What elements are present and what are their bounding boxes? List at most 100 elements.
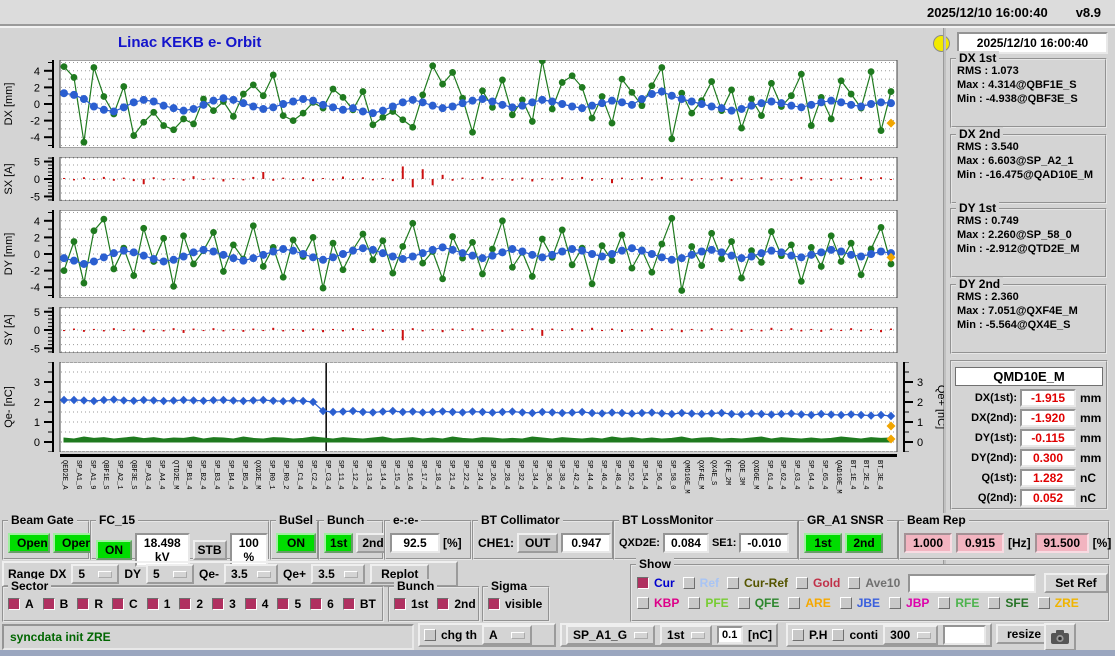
range-qem-dropdown[interactable]: 3.5: [224, 564, 279, 584]
bpm-label: SP_B4_4: [225, 460, 234, 490]
sector-2[interactable]: 2: [179, 597, 203, 611]
count-dropdown[interactable]: 300: [883, 625, 939, 645]
bunch-select-dropdown[interactable]: 1st: [660, 625, 713, 645]
checkbox-indicator-icon: [277, 598, 290, 610]
count-input[interactable]: [943, 625, 986, 645]
bpm-label: SP_C3_4: [322, 460, 331, 490]
sector-6[interactable]: 6: [310, 597, 334, 611]
sector-a[interactable]: A: [8, 597, 34, 611]
show-jbp[interactable]: JBP: [889, 596, 929, 610]
svg-text:0: 0: [34, 325, 40, 337]
ph-checkbox[interactable]: P.H: [792, 628, 827, 642]
ee-ratio-group: e-:e- 92.5 [%]: [384, 513, 472, 560]
ref-name-input[interactable]: [908, 573, 1037, 593]
sector-3[interactable]: 3: [212, 597, 236, 611]
plot-sx[interactable]: 5 0 -5 SX [A]: [0, 156, 944, 206]
beam-gate-2-button[interactable]: Open: [53, 533, 95, 553]
monitor-row-value: -1.915: [1020, 389, 1076, 407]
set-ref-button[interactable]: Set Ref: [1044, 573, 1108, 593]
plot-sy[interactable]: 5 0 -5 SY [A]: [0, 306, 944, 358]
bpm-label: SP_11_4: [336, 460, 345, 490]
checkbox-indicator-icon: [179, 598, 192, 610]
svg-text:Qe+ [nC]: Qe+ [nC]: [935, 385, 944, 429]
se1-value: -0.010: [739, 533, 790, 553]
stat-title: DX 2nd: [956, 127, 1004, 141]
show-ref[interactable]: Ref: [682, 576, 719, 590]
checkbox-label: BT: [359, 597, 376, 611]
bpm-label: SP_21_4: [446, 460, 455, 490]
bunch-1st-button[interactable]: 1st: [324, 533, 354, 553]
bpm-label: QED2E_A: [60, 460, 68, 490]
sector-b[interactable]: B: [42, 597, 69, 611]
chg-th-checkbox[interactable]: chg th: [424, 628, 477, 642]
show-sfe[interactable]: SFE: [988, 596, 1029, 610]
plot-dy[interactable]: 4 2 0 -2 -4 DY [mm]: [0, 209, 944, 303]
monitor-title[interactable]: QMD10E_M: [955, 367, 1103, 386]
checkbox-indicator-icon: [792, 629, 804, 641]
sector-c[interactable]: C: [112, 597, 138, 611]
bpm-label: SP_A4_4: [156, 460, 165, 490]
stat-box-dx-2nd: DX 2nd RMS : 3.540 Max : 6.603@SP_A2_1 Min …: [950, 127, 1107, 204]
checkbox-label: Ave10: [865, 576, 901, 590]
show-ave10[interactable]: Ave10: [848, 576, 900, 590]
beam-gate-1-button[interactable]: Open: [8, 533, 50, 553]
fc15-on-button[interactable]: ON: [96, 540, 132, 560]
bpm-label: SP_R0_1: [267, 460, 276, 490]
dropdown-indicator-icon: [257, 570, 272, 578]
range-dx-dropdown[interactable]: 5: [71, 564, 120, 584]
bpm-label: BT_3E_4: [875, 460, 884, 490]
range-dy-dropdown[interactable]: 5: [146, 564, 195, 584]
svg-text:5: 5: [34, 307, 40, 319]
checkbox-label: R: [94, 597, 104, 611]
che1-out-button[interactable]: OUT: [517, 533, 559, 553]
show-are[interactable]: ARE: [788, 596, 831, 610]
plot-qe[interactable]: 3 2 1 0 Qe- [nC] 3 2 1 0 Qe+ [nC]: [0, 361, 947, 457]
monitor-row-label: DX(1st):: [974, 392, 1017, 404]
bunch-1st[interactable]: 1st: [394, 597, 428, 611]
sector-1[interactable]: 1: [146, 597, 170, 611]
stat-title: DX 1st: [956, 51, 1000, 65]
monitor-row: DY(1st): -0.115 mm: [955, 429, 1103, 447]
sector-r[interactable]: R: [77, 597, 103, 611]
sigma-visible[interactable]: visible: [488, 597, 542, 611]
show-rfe[interactable]: RFE: [938, 596, 979, 610]
bpm-label: SP_58_0: [667, 460, 676, 490]
show-kbp[interactable]: KBP: [637, 596, 679, 610]
busel-on-button[interactable]: ON: [276, 533, 316, 553]
svg-text:3: 3: [917, 377, 923, 389]
screenshot-button[interactable]: [1044, 623, 1076, 651]
sector-bt[interactable]: BT: [342, 597, 376, 611]
checkbox-label: 5: [294, 597, 302, 611]
show-jbe[interactable]: JBE: [839, 596, 880, 610]
stat-box-dy-2nd: DY 2nd RMS : 2.360 Max : 7.051@QXF4E_M Min …: [950, 277, 1107, 354]
checkbox-label: B: [59, 597, 69, 611]
checkbox-indicator-icon: [988, 597, 1001, 609]
show-gold[interactable]: Gold: [796, 576, 840, 590]
plot-dx[interactable]: 4 2 0 -2 -4 DX [mm]: [0, 57, 944, 153]
bpm-label: SP_63_4: [792, 460, 801, 490]
sector-5[interactable]: 5: [277, 597, 301, 611]
conti-checkbox[interactable]: conti: [832, 628, 878, 642]
th-select-dropdown[interactable]: A: [482, 625, 532, 645]
checkbox-label: PFE: [705, 596, 729, 610]
bunch-select-group: Bunch 1st 2nd: [318, 513, 390, 560]
checkbox-label: Cur-Ref: [744, 576, 789, 590]
gr-snsr-2nd-button[interactable]: 2nd: [845, 533, 883, 553]
checkbox-label: ARE: [805, 596, 831, 610]
bpm-label: SP_A1_G: [73, 460, 82, 490]
sector-4[interactable]: 4: [244, 597, 268, 611]
range-qep-dropdown[interactable]: 3.5: [311, 564, 366, 584]
show-cur-ref[interactable]: Cur-Ref: [727, 576, 788, 590]
svg-text:5: 5: [34, 157, 40, 169]
bpm-label: QAD10E_M: [833, 460, 842, 494]
gr-snsr-1st-button[interactable]: 1st: [804, 533, 842, 553]
fc15-stb-button[interactable]: STB: [192, 540, 227, 560]
show-cur[interactable]: Cur: [637, 576, 675, 590]
checkbox-indicator-icon: [688, 597, 701, 609]
threshold-input[interactable]: 0.1: [717, 626, 743, 644]
show-qfe[interactable]: QFE: [737, 596, 779, 610]
bpm-select-dropdown[interactable]: SP_A1_G: [566, 625, 656, 645]
show-zre[interactable]: ZRE: [1037, 596, 1079, 610]
show-pfe[interactable]: PFE: [688, 596, 729, 610]
bunch-2nd[interactable]: 2nd: [437, 597, 476, 611]
